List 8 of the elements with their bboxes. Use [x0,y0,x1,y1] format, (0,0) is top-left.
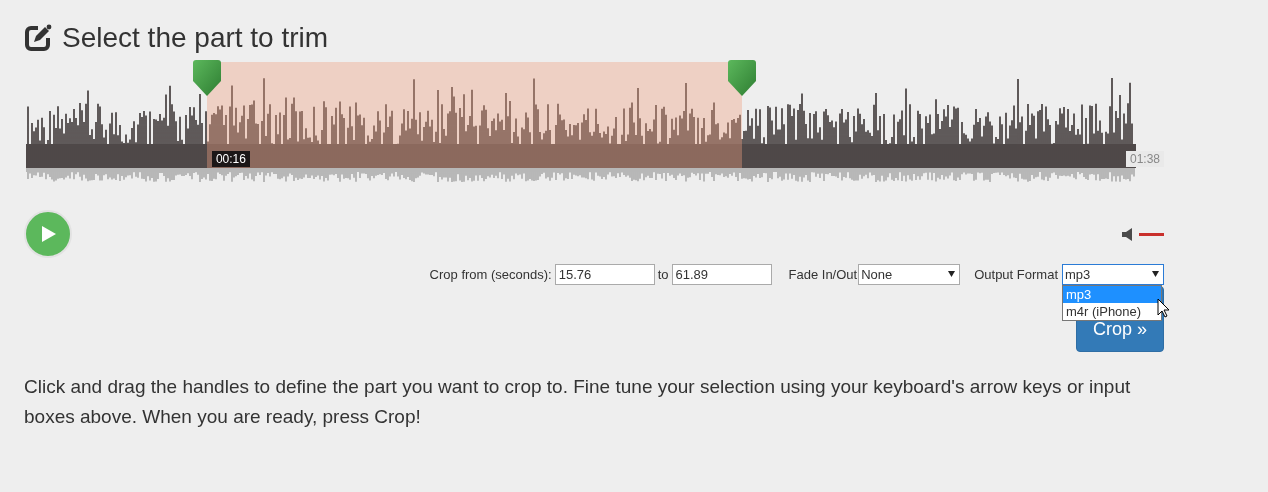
start-time: 00:16 [211,151,250,167]
page-title: Select the part to trim [62,22,329,54]
field-label: Fade In/Out [788,266,858,282]
instructions-text: Click and drag the handles to define the part you want to crop to. Fine tune your selection using your keyboard's arrow keys or input boxes above. When you are ready, press Crop! [24,375,1132,429]
end-time: 01:38 [1125,151,1164,167]
field-label: Output Format [974,266,1058,282]
field-label: Crop from (seconds): [429,266,552,282]
field-label: to [657,266,669,282]
